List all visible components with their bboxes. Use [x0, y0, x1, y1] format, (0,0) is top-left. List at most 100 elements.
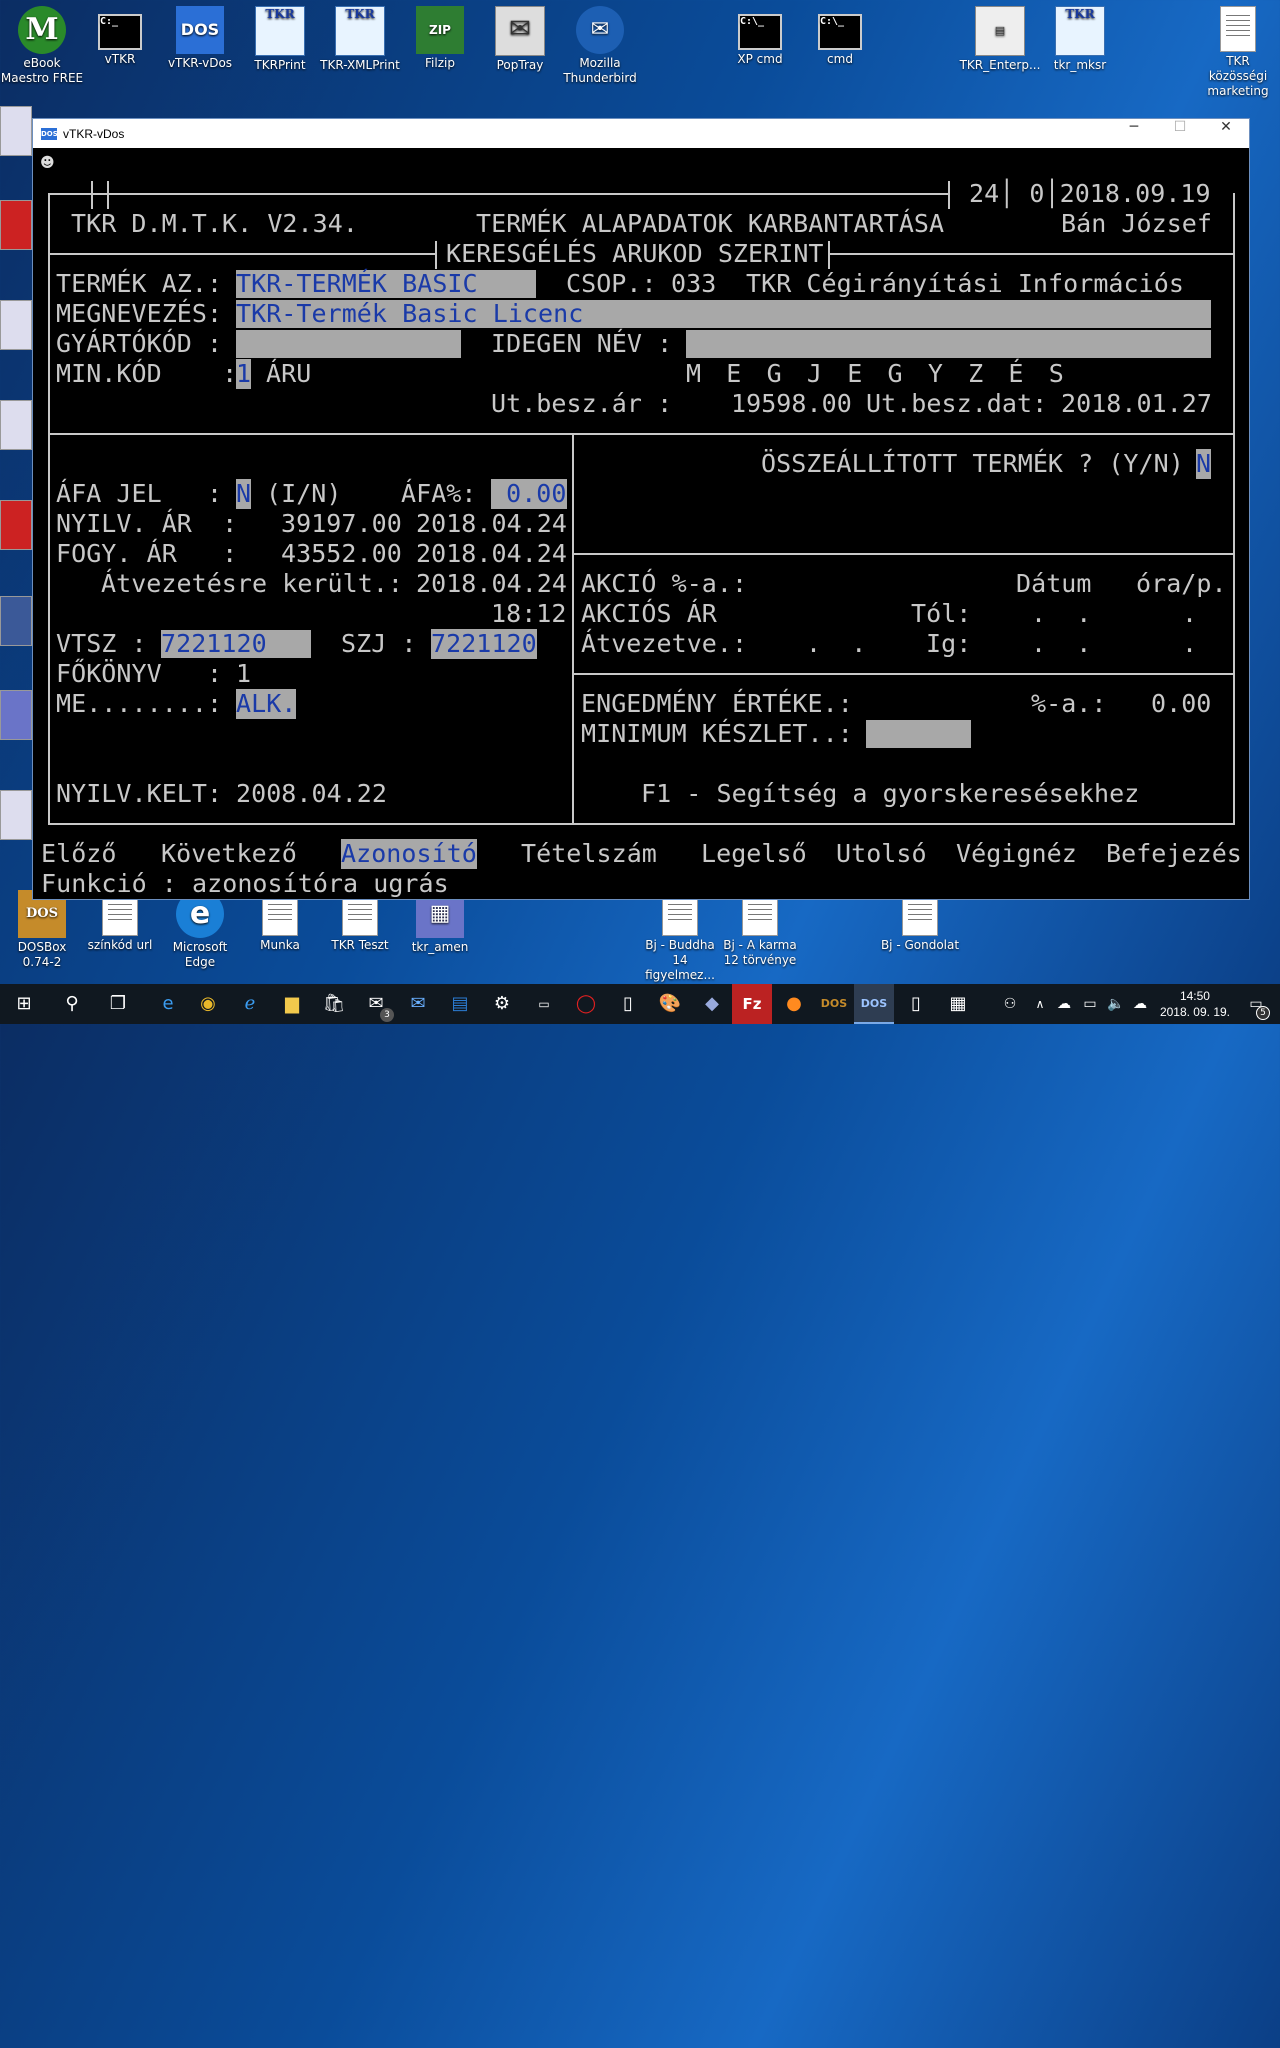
cmd-icon[interactable]: C:\_ cmd	[798, 6, 882, 67]
atvezetve-field[interactable]: . .	[806, 629, 866, 659]
termek-az-field[interactable]: TKR-TERMÉK BASIC	[236, 269, 478, 299]
filezilla-icon[interactable]: Fz	[732, 984, 772, 1024]
csop-name: TKR Cégirányítási Információs	[746, 269, 1184, 298]
desktop-icon-label: tkr_mksr	[1053, 58, 1107, 72]
menu-item-elozo[interactable]: Előző	[41, 839, 117, 869]
tkr-kozossegi-icon[interactable]: TKR közösségi marketing	[1196, 6, 1280, 99]
tray-chevron-icon[interactable]: ∧	[1028, 984, 1052, 1024]
xp-cmd-icon[interactable]: C:\_ XP cmd	[718, 6, 802, 67]
upload-icon[interactable]: ☁	[1128, 984, 1152, 1024]
ig-field[interactable]: . . .	[1031, 629, 1197, 659]
partial-desktop-icon[interactable]	[0, 596, 32, 646]
szj-field[interactable]: 7221120	[431, 629, 537, 659]
task-view-icon[interactable]: ❐	[98, 984, 138, 1024]
notification-center-icon[interactable]: ▭ 5	[1236, 984, 1276, 1024]
desktop-icon-label: Mozilla Thunderbird	[563, 56, 637, 85]
notepad-icon[interactable]: ▯	[608, 984, 648, 1024]
me-field[interactable]: ALK.	[236, 689, 297, 719]
bj-buddha-icon[interactable]: Bj - Buddha 14 figyelmez...	[638, 890, 722, 983]
menu-item-legelso[interactable]: Legelső	[701, 839, 807, 869]
partial-desktop-icon[interactable]	[0, 690, 32, 740]
menu-item-azonosito[interactable]: Azonosító	[341, 839, 477, 869]
edge-taskbar-icon[interactable]: e	[148, 984, 188, 1024]
volume-icon[interactable]: 🔈	[1104, 984, 1128, 1024]
partial-desktop-icon[interactable]	[0, 200, 32, 250]
ebook-maestro-icon[interactable]: MeBook Maestro FREE	[0, 6, 84, 86]
explorer-icon[interactable]: ▆	[272, 984, 312, 1024]
ie-icon[interactable]: ℯ	[230, 984, 270, 1024]
partial-desktop-icon[interactable]	[0, 106, 32, 156]
megnevezes-field[interactable]: TKR-Termék Basic Licenc	[236, 299, 583, 329]
file-icon[interactable]: ▯	[896, 984, 936, 1024]
clock[interactable]: 14:50 2018. 09. 19.	[1160, 988, 1230, 1020]
ut-besz-ar-value: 19598.00	[731, 389, 852, 418]
vtkr-vdos-icon[interactable]: DOS vTKR-vDos	[158, 6, 242, 71]
firefox-icon[interactable]: ●	[774, 984, 814, 1024]
osszeallitott-field[interactable]: N	[1196, 449, 1212, 479]
menu-item-befejezes[interactable]: Befejezés	[1106, 839, 1242, 869]
afa-pct-field[interactable]: 0.00	[491, 479, 567, 509]
partial-desktop-icon[interactable]	[0, 790, 32, 840]
vtkr-vdos-glyph-icon: DOS	[176, 6, 224, 54]
menu-item-utolso[interactable]: Utolsó	[836, 839, 927, 869]
cmd-taskbar-icon[interactable]: ▭	[524, 984, 564, 1024]
store-icon[interactable]: 🛍	[314, 984, 354, 1024]
tkr-xmlprint-icon[interactable]: TKR TKR-XMLPrint	[318, 6, 402, 73]
partial-desktop-icon[interactable]	[0, 400, 32, 450]
window-titlebar[interactable]: DOS vTKR-vDos ─ ☐ ✕	[33, 119, 1249, 148]
menu-item-tetelszam[interactable]: Tételszám	[521, 839, 657, 869]
thunderbird-icon[interactable]: ✉ Mozilla Thunderbird	[558, 6, 642, 86]
maximize-button[interactable]: ☐	[1157, 119, 1203, 148]
menu-item-vegignez[interactable]: Végignéz	[956, 839, 1077, 869]
opera-icon[interactable]: ◯	[566, 984, 606, 1024]
desktop-icon-label: TKR-XMLPrint	[320, 58, 400, 72]
thunderbird-glyph-icon: ✉	[576, 6, 624, 54]
outlook-icon[interactable]: ▤	[440, 984, 480, 1024]
vdos-taskbar-icon[interactable]: DOS	[854, 984, 894, 1024]
dos-terminal[interactable]: 24│ 0│2018.09.19 TKR D.M.T.K. V2.34. TER…	[33, 149, 1249, 899]
tol-field[interactable]: . . .	[1031, 599, 1197, 629]
frame-right-divider-2	[573, 673, 1234, 675]
close-button[interactable]: ✕	[1203, 119, 1249, 148]
afa-jel-label: ÁFA JEL :	[56, 479, 223, 508]
chrome-icon[interactable]: ◉	[188, 984, 228, 1024]
ut-besz-ar-label: Ut.besz.ár :	[491, 389, 673, 418]
thunderbird-taskbar-icon[interactable]: ✉	[398, 984, 438, 1024]
start-button[interactable]: ⊞	[4, 984, 44, 1024]
vtkr-icon[interactable]: C:_ vTKR	[78, 6, 162, 67]
dosbox-taskbar-icon[interactable]: DOS	[814, 984, 854, 1024]
notes-icon[interactable]: ◆	[692, 984, 732, 1024]
desktop-icon-label: Filzip	[425, 56, 455, 70]
mail-icon[interactable]: ✉ 3	[356, 984, 396, 1024]
fokonyv-value: 1	[236, 659, 252, 688]
search-icon[interactable]: ⚲	[52, 984, 92, 1024]
settings-icon[interactable]: ⚙	[482, 984, 522, 1024]
vtkr-glyph-icon: C:_	[98, 14, 142, 50]
tkr-enterp-icon[interactable]: ▤ TKR_Enterp...	[958, 6, 1042, 73]
clock-time: 14:50	[1179, 989, 1210, 1003]
poptray-icon[interactable]: ✉ PopTray	[478, 6, 562, 73]
gyartokod-label: GYÁRTÓKÓD :	[56, 329, 223, 358]
tkr-mksr-icon[interactable]: TKR tkr_mksr	[1038, 6, 1122, 73]
vtsz-field[interactable]: 7221120	[161, 629, 267, 659]
filzip-icon[interactable]: ZIP Filzip	[398, 6, 482, 71]
menu-item-kovetkezo[interactable]: Következő	[161, 839, 297, 869]
min-keszlet-field[interactable]	[866, 720, 971, 748]
calculator-icon[interactable]: ▦	[938, 984, 978, 1024]
idegen-nev-field[interactable]	[686, 330, 1211, 358]
app-name: TKR D.M.T.K. V2.34.	[71, 209, 358, 238]
bj-karma-icon[interactable]: Bj - A karma 12 törvénye	[718, 890, 802, 968]
afa-jel-field[interactable]: N	[236, 479, 252, 509]
min-kod-field[interactable]: 1	[236, 359, 252, 389]
minimize-button[interactable]: ─	[1111, 119, 1157, 148]
partial-desktop-icon[interactable]	[0, 300, 32, 350]
paint-icon[interactable]: 🎨	[650, 984, 690, 1024]
tkrprint-icon[interactable]: TKR TKRPrint	[238, 6, 322, 73]
partial-desktop-icon[interactable]	[0, 500, 32, 550]
gyartokod-field[interactable]	[236, 330, 461, 358]
idegen-nev-label: IDEGEN NÉV :	[491, 329, 673, 358]
network-icon[interactable]: ▭	[1078, 984, 1102, 1024]
onedrive-icon[interactable]: ☁	[1052, 984, 1076, 1024]
people-icon[interactable]: ⚇	[990, 984, 1030, 1024]
edge-desktop-icon[interactable]: e Microsoft Edge	[158, 890, 242, 970]
